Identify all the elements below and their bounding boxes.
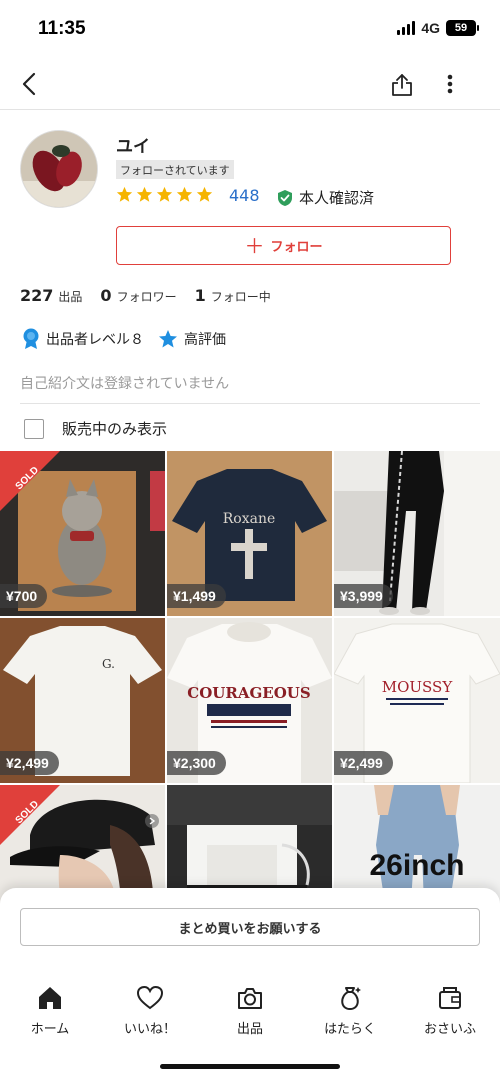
- self-intro-text: 自己紹介文は登録されていません: [20, 376, 230, 392]
- tab-home-label: ホーム: [30, 1022, 70, 1037]
- share-icon[interactable]: [388, 70, 416, 98]
- tab-wallet[interactable]: おさいふ: [400, 984, 500, 1044]
- seller-level-badge[interactable]: 出品者レベル８: [22, 328, 144, 350]
- item-card[interactable]: ¥3,999: [334, 451, 500, 616]
- on-sale-filter[interactable]: 販売中のみ表示: [24, 418, 167, 439]
- followers-count: 0: [100, 286, 112, 305]
- user-name: ユイ: [116, 137, 150, 157]
- shield-check-icon: [278, 189, 292, 206]
- money-bag-icon: [341, 987, 361, 1010]
- item-card[interactable]: MOUSSY ¥2,499: [334, 618, 500, 783]
- item-overlay-text: 26inch: [369, 849, 464, 882]
- home-icon: [39, 987, 61, 1009]
- rating-count-link[interactable]: 448: [229, 186, 260, 205]
- ribbon-award-icon: [23, 328, 39, 349]
- listings-count: 227: [20, 286, 54, 305]
- item-price: ¥3,999: [334, 584, 393, 608]
- star-icon: [156, 186, 173, 202]
- item-price: ¥1,499: [167, 584, 226, 608]
- heart-icon: [136, 985, 164, 1010]
- tab-home[interactable]: ホーム: [0, 984, 100, 1044]
- star-icon: [196, 186, 213, 202]
- item-price: ¥2,499: [0, 751, 59, 775]
- signal-icon: [397, 21, 416, 35]
- follow-button-label: フォロー: [270, 240, 323, 255]
- followers-stat[interactable]: 0 フォロワー: [100, 286, 176, 305]
- nav-bar: [0, 60, 500, 110]
- item-card[interactable]: G. ¥2,499: [0, 618, 165, 783]
- star-icon: [176, 186, 193, 202]
- avatar[interactable]: [20, 130, 98, 208]
- status-bar: 11:35 4G 59: [0, 0, 500, 60]
- more-vertical-icon[interactable]: [438, 70, 462, 98]
- followers-label: フォロワー: [116, 290, 177, 304]
- on-sale-checkbox[interactable]: [24, 418, 44, 439]
- chevron-left-icon[interactable]: [16, 70, 44, 98]
- listings-stat[interactable]: 227 出品: [20, 286, 82, 305]
- status-indicators: 4G 59: [397, 20, 479, 36]
- tab-likes-label: いいね！: [123, 1022, 176, 1037]
- battery-icon: 59: [446, 20, 479, 36]
- sold-badge: SOLD: [0, 785, 60, 845]
- item-card[interactable]: COURAGEOUS ¥2,300: [167, 618, 332, 783]
- bottom-tab-bar: ホーム いいね！ 出品 はたらく おさいふ: [0, 984, 500, 1044]
- star-badge-icon: [159, 330, 177, 348]
- item-print-text: MOUSSY: [382, 678, 454, 696]
- item-card[interactable]: SOLD ¥700: [0, 451, 165, 616]
- plus-icon: ＋: [244, 233, 265, 258]
- svg-text:G.: G.: [102, 657, 115, 671]
- rating-stars: [116, 186, 213, 203]
- following-stat[interactable]: 1 フォロー中: [195, 286, 271, 305]
- item-print-text: COURAGEOUS: [187, 684, 310, 702]
- seller-level-label: 出品者レベル８: [46, 332, 144, 348]
- battery-level: 59: [454, 22, 468, 34]
- seller-badges: 出品者レベル８ 高評価: [22, 328, 240, 350]
- wallet-icon: [439, 987, 461, 1009]
- follow-button[interactable]: ＋ フォロー: [116, 226, 451, 265]
- high-rating-badge[interactable]: 高評価: [158, 329, 226, 349]
- star-icon: [136, 186, 153, 202]
- item-grid: SOLD ¥700 Roxane ¥1,499 ¥3,999 G. ¥2,499…: [0, 451, 500, 950]
- item-card[interactable]: Roxane ¥1,499: [167, 451, 332, 616]
- star-icon: [116, 186, 133, 202]
- item-price: ¥2,499: [334, 751, 393, 775]
- following-count: 1: [194, 286, 206, 305]
- tab-wallet-label: おさいふ: [423, 1022, 476, 1037]
- tab-work-label: はたらく: [324, 1022, 376, 1037]
- profile-stats: 227 出品 0 フォロワー 1 フォロー中: [20, 286, 289, 305]
- sold-badge: SOLD: [0, 451, 60, 511]
- following-label: フォロー中: [210, 290, 271, 304]
- home-indicator: [160, 1064, 340, 1069]
- tab-work[interactable]: はたらく: [300, 984, 400, 1044]
- avatar-image: [21, 131, 97, 207]
- tab-sell-label: 出品: [236, 1022, 263, 1037]
- bulk-request-button[interactable]: まとめ買いをお願いする: [20, 908, 480, 946]
- bottom-sheet: まとめ買いをお願いする ホーム いいね！ 出品 はたらく おさいふ: [0, 888, 500, 1080]
- verified-badge: 本人確認済: [277, 187, 374, 208]
- item-price: ¥700: [0, 584, 48, 608]
- tab-likes[interactable]: いいね！: [100, 984, 200, 1044]
- high-rating-label: 高評価: [184, 332, 226, 348]
- verified-label: 本人確認済: [299, 189, 375, 207]
- divider: [20, 403, 480, 404]
- listings-label: 出品: [58, 290, 83, 304]
- camera-icon: [238, 988, 262, 1009]
- status-time: 11:35: [38, 18, 86, 39]
- on-sale-filter-label: 販売中のみ表示: [62, 420, 168, 438]
- network-type: 4G: [421, 20, 440, 36]
- follow-status-badge: フォローされています: [116, 160, 234, 179]
- item-print-text: Roxane: [223, 511, 276, 527]
- tab-sell[interactable]: 出品: [200, 984, 300, 1044]
- item-price: ¥2,300: [167, 751, 226, 775]
